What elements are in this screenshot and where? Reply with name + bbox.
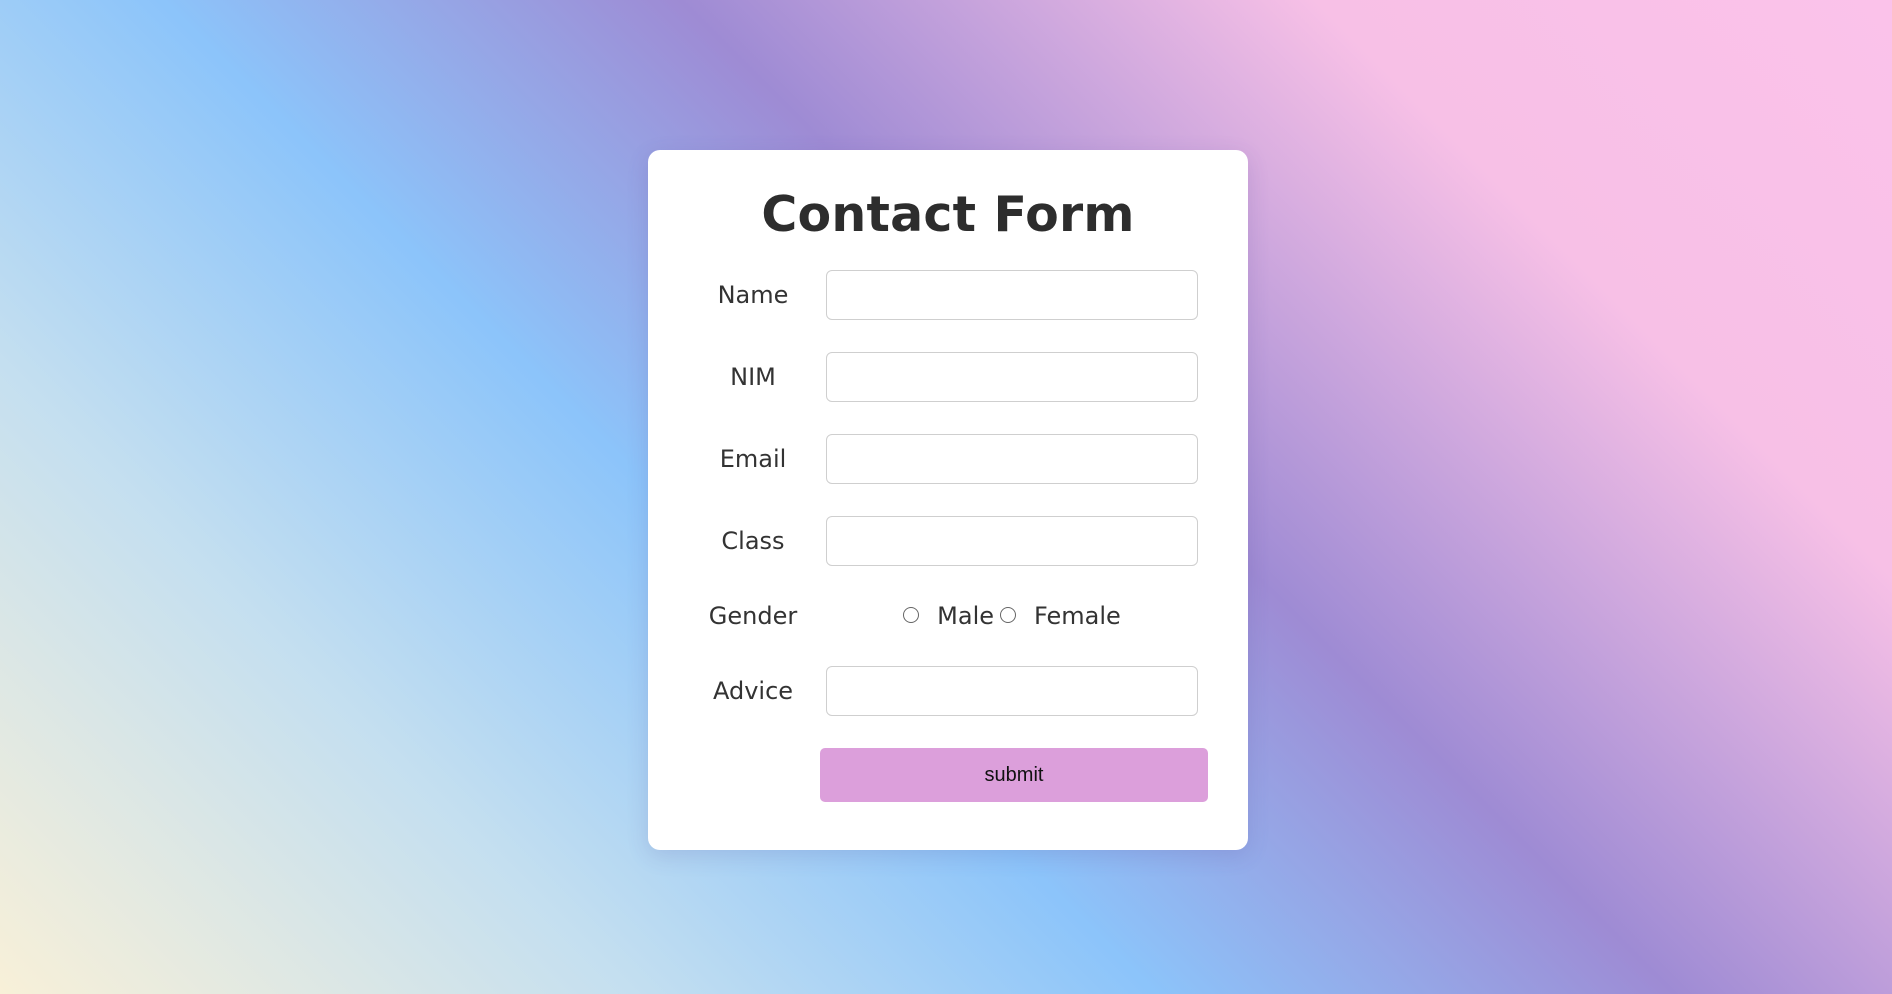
male-radio-button[interactable] bbox=[903, 607, 920, 623]
gender-radio-group: Male Female bbox=[826, 591, 1198, 641]
name-row: Name bbox=[648, 270, 1248, 320]
submit-button[interactable]: submit bbox=[820, 748, 1208, 802]
nim-row: NIM bbox=[648, 352, 1248, 402]
nim-input[interactable] bbox=[826, 352, 1198, 402]
class-label: Class bbox=[721, 527, 785, 555]
name-label: Name bbox=[717, 281, 789, 309]
gender-option-male[interactable]: Male bbox=[903, 602, 994, 630]
email-row: Email bbox=[648, 434, 1248, 484]
gender-label: Gender bbox=[708, 602, 798, 630]
gender-row: Gender Male Female bbox=[648, 591, 1248, 641]
gender-option-female[interactable]: Female bbox=[994, 602, 1121, 630]
female-radio-label[interactable]: Female bbox=[1034, 602, 1121, 630]
male-radio-label[interactable]: Male bbox=[937, 602, 994, 630]
advice-row: Advice bbox=[648, 666, 1248, 716]
email-input[interactable] bbox=[826, 434, 1198, 484]
class-row: Class bbox=[648, 516, 1248, 566]
advice-input[interactable] bbox=[826, 666, 1198, 716]
class-input[interactable] bbox=[826, 516, 1198, 566]
name-input[interactable] bbox=[826, 270, 1198, 320]
nim-label: NIM bbox=[730, 363, 776, 391]
contact-form-card: Contact Form Name NIM Email Class Gender… bbox=[648, 150, 1248, 850]
female-radio-button[interactable] bbox=[1000, 607, 1017, 623]
form-title: Contact Form bbox=[761, 186, 1135, 243]
email-label: Email bbox=[719, 445, 787, 473]
advice-label: Advice bbox=[712, 677, 794, 705]
